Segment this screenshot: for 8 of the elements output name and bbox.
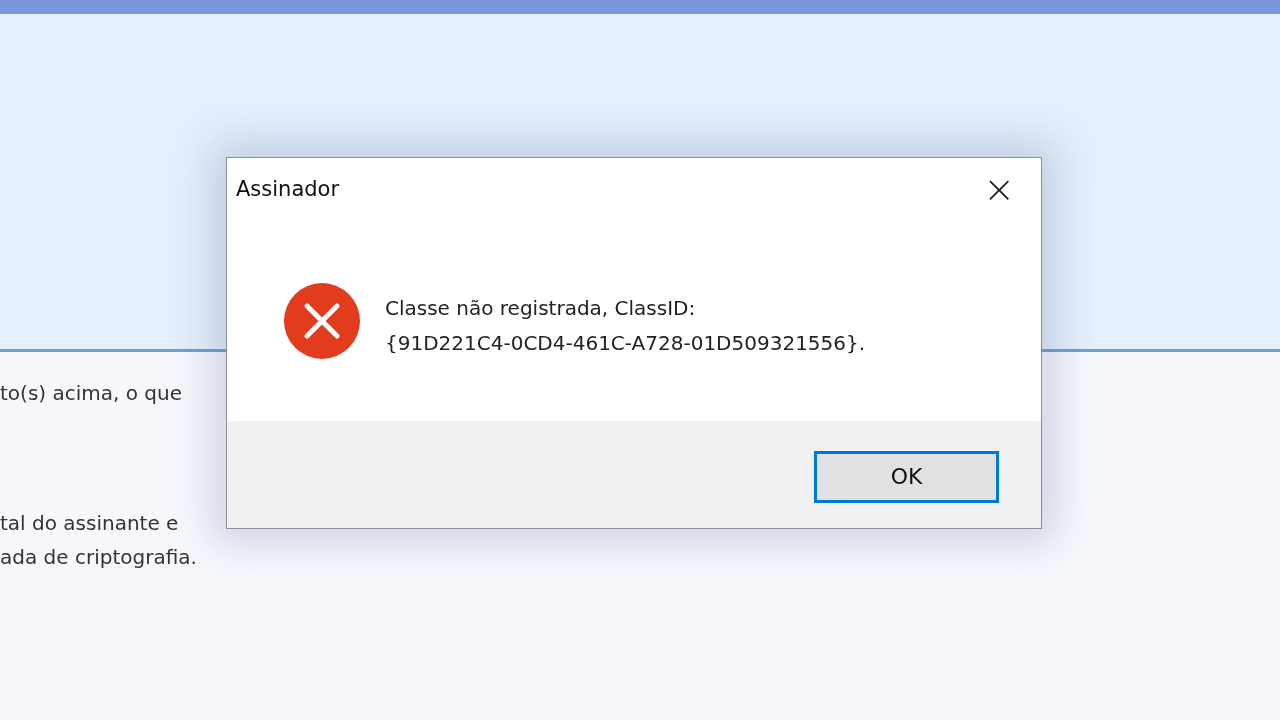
body-text: to(s) acima, o que [0,380,183,407]
dialog-title: Assinador [236,177,340,201]
body-text: tal do assinante e [0,510,180,537]
body-text: ada de criptografia. [0,544,198,571]
error-icon [283,282,361,360]
error-message: Classe não registrada, ClassID: {91D221C4-0CD4-461C-A728-01D509321556}. [385,295,866,357]
ok-button[interactable]: OK [814,450,999,503]
close-button[interactable]: × [979,170,1019,208]
